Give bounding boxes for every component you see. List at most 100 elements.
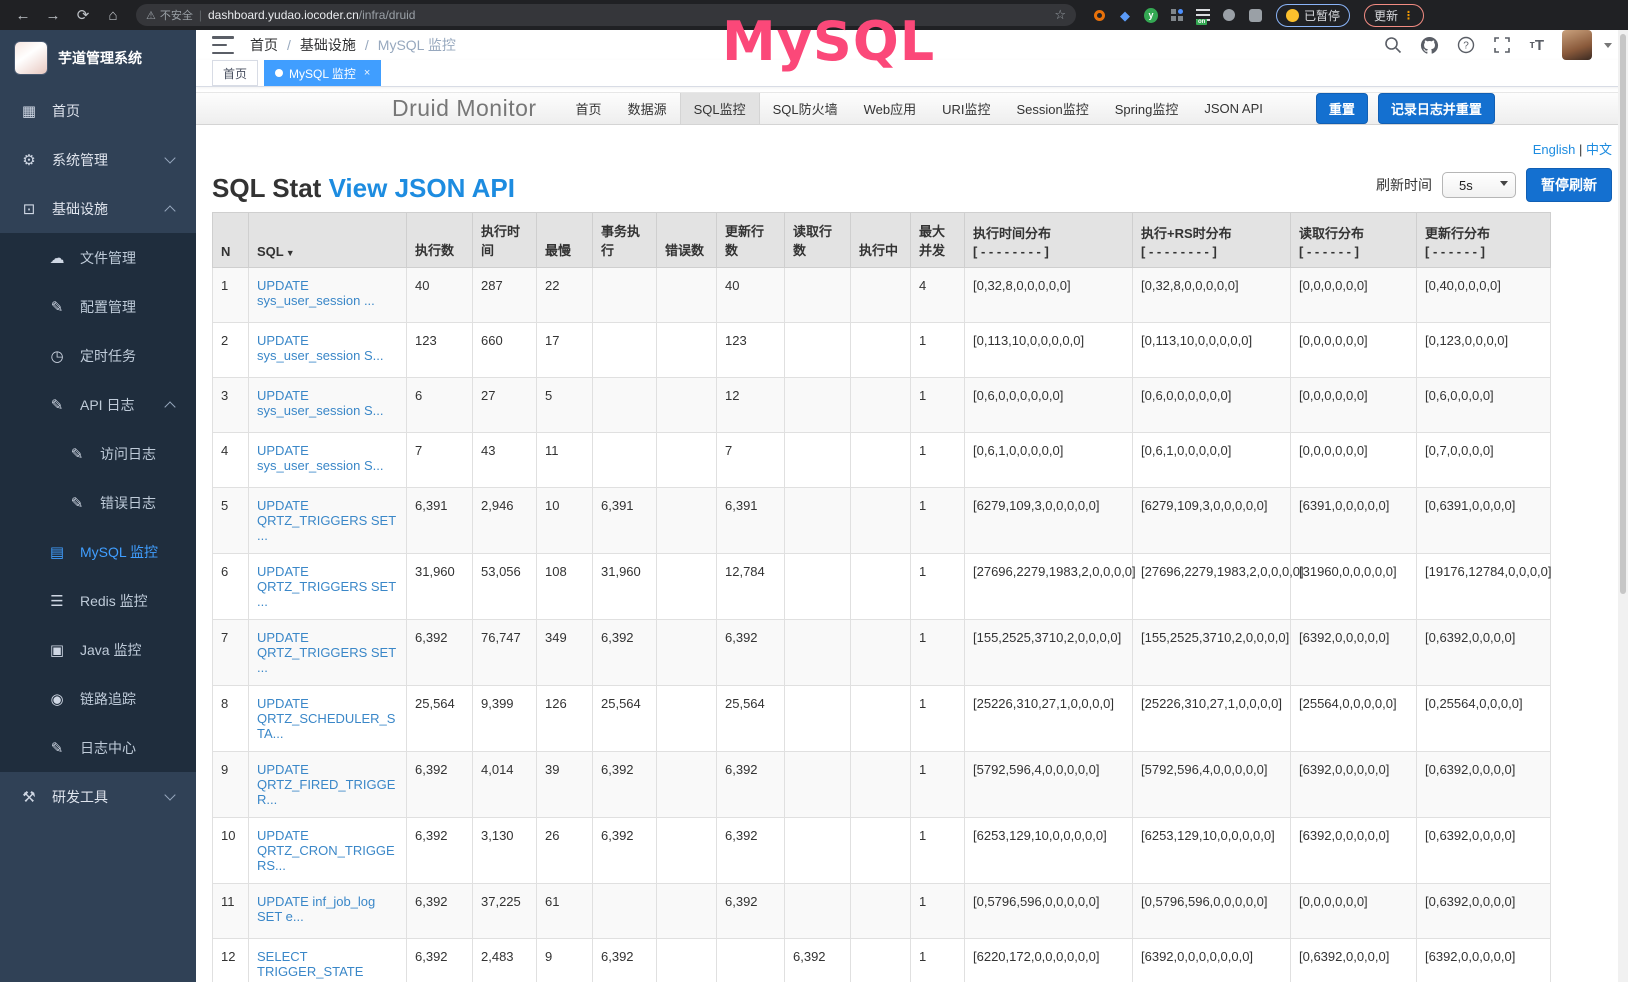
- column-header[interactable]: 错误数: [657, 213, 717, 268]
- puzzle-extension-icon[interactable]: [1248, 8, 1262, 22]
- page-scrollbar[interactable]: [1618, 30, 1628, 982]
- security-label: 不安全: [160, 7, 193, 23]
- view-json-api-link[interactable]: View JSON API: [329, 173, 515, 203]
- column-header[interactable]: SQL▼: [249, 213, 407, 268]
- table-row: 2UPDATE sys_user_session S...12366017123…: [213, 323, 1551, 378]
- table-cell: 6,392: [593, 620, 657, 686]
- sidebar-item-dev-tools[interactable]: ⚒研发工具: [0, 772, 196, 821]
- lang-link-english[interactable]: English: [1533, 142, 1576, 157]
- sql-link[interactable]: UPDATE QRTZ_TRIGGERS SET ...: [257, 564, 396, 609]
- sidebar-item-log-center[interactable]: ✎日志中心: [0, 723, 196, 772]
- sidebar-item-scheduled-tasks[interactable]: ◷定时任务: [0, 331, 196, 380]
- column-header[interactable]: 最大并发: [911, 213, 965, 268]
- avatar-caret-icon[interactable]: [1604, 43, 1612, 48]
- sql-link[interactable]: UPDATE QRTZ_TRIGGERS SET ...: [257, 498, 396, 543]
- pause-refresh-button[interactable]: 暂停刷新: [1526, 168, 1612, 202]
- not-secure-warning-icon[interactable]: ⚠ 不安全: [146, 7, 193, 23]
- column-header[interactable]: 最慢: [537, 213, 593, 268]
- sidebar-item-access-logs[interactable]: ✎访问日志: [0, 429, 196, 478]
- column-header[interactable]: 执行中: [851, 213, 911, 268]
- browser-forward-icon[interactable]: →: [40, 3, 66, 27]
- browser-update-button[interactable]: 更新 ⋮: [1364, 4, 1424, 27]
- druid-tab[interactable]: JSON API: [1191, 93, 1276, 124]
- browser-home-icon[interactable]: ⌂: [100, 3, 126, 27]
- druid-tab[interactable]: SQL监控: [680, 93, 760, 124]
- table-cell: [0,6392,0,0,0,0]: [1417, 884, 1551, 939]
- sql-cell: UPDATE sys_user_session S...: [249, 378, 407, 433]
- sql-link[interactable]: UPDATE sys_user_session S...: [257, 388, 383, 418]
- browser-back-icon[interactable]: ←: [10, 3, 36, 27]
- camera-extension-icon[interactable]: [1222, 8, 1236, 22]
- fullscreen-icon[interactable]: [1493, 36, 1511, 54]
- paused-badge[interactable]: 已暂停: [1276, 4, 1350, 27]
- sidebar-item-home[interactable]: ▦首页: [0, 86, 196, 135]
- blue-gem-extension-icon[interactable]: ◆: [1118, 8, 1132, 22]
- druid-tab[interactable]: URI监控: [929, 93, 1003, 124]
- log-and-reset-button[interactable]: 记录日志并重置: [1378, 93, 1495, 124]
- druid-tab[interactable]: Web应用: [851, 93, 930, 124]
- scrollbar-thumb[interactable]: [1620, 34, 1626, 594]
- orange-ring-extension-icon[interactable]: [1092, 8, 1106, 22]
- list-on-extension-icon[interactable]: on: [1196, 8, 1210, 22]
- column-header[interactable]: N: [213, 213, 249, 268]
- table-cell: [0,6392,0,0,0,0]: [1417, 620, 1551, 686]
- app-logo-row[interactable]: 芋道管理系统: [0, 30, 196, 86]
- sql-link[interactable]: UPDATE sys_user_session ...: [257, 278, 375, 308]
- tag-item[interactable]: 首页: [212, 60, 258, 86]
- sidebar-item-redis-monitor[interactable]: ☰Redis 监控: [0, 576, 196, 625]
- reset-button[interactable]: 重置: [1316, 93, 1368, 124]
- font-size-icon[interactable]: тT: [1529, 37, 1544, 54]
- user-avatar[interactable]: [1562, 30, 1592, 60]
- sidebar-item-trace[interactable]: ◉链路追踪: [0, 674, 196, 723]
- sql-link[interactable]: UPDATE sys_user_session S...: [257, 443, 383, 473]
- breadcrumb-item[interactable]: 基础设施: [300, 35, 356, 55]
- druid-tab[interactable]: 首页: [563, 93, 615, 124]
- column-header[interactable]: 执行+RS时分布[ - - - - - - - - ]: [1133, 213, 1291, 268]
- search-icon[interactable]: [1384, 36, 1402, 54]
- column-header[interactable]: 事务执行: [593, 213, 657, 268]
- sql-link[interactable]: UPDATE QRTZ_CRON_TRIGGERS...: [257, 828, 395, 873]
- sidebar-item-infrastructure[interactable]: ⊡基础设施: [0, 184, 196, 233]
- druid-tab[interactable]: SQL防火墙: [760, 93, 851, 124]
- hamburger-icon[interactable]: [212, 36, 234, 54]
- sidebar-item-error-logs[interactable]: ✎错误日志: [0, 478, 196, 527]
- column-header[interactable]: 执行数: [407, 213, 473, 268]
- green-y-extension-icon[interactable]: y: [1144, 8, 1158, 22]
- sidebar-item-api-logs[interactable]: ✎API 日志: [0, 380, 196, 429]
- tag-close-icon[interactable]: ×: [364, 67, 370, 79]
- sql-link[interactable]: UPDATE inf_job_log SET e...: [257, 894, 375, 924]
- druid-tab[interactable]: Spring监控: [1102, 93, 1192, 124]
- kebab-menu-icon[interactable]: ⋮: [1403, 9, 1414, 22]
- column-header[interactable]: 执行时间分布[ - - - - - - - - ]: [965, 213, 1133, 268]
- browser-reload-icon[interactable]: ⟳: [70, 3, 96, 27]
- tag-active[interactable]: MySQL 监控×: [264, 60, 381, 86]
- bookmark-star-icon[interactable]: ☆: [1054, 7, 1066, 23]
- column-header[interactable]: 更新行数: [717, 213, 785, 268]
- sidebar-item-config-management[interactable]: ✎配置管理: [0, 282, 196, 331]
- table-cell: 43: [473, 433, 537, 488]
- sidebar-item-java-monitor[interactable]: ▣Java 监控: [0, 625, 196, 674]
- tiles-extension-icon[interactable]: [1170, 8, 1184, 22]
- druid-tab[interactable]: Session监控: [1004, 93, 1102, 124]
- sidebar-item-mysql-monitor[interactable]: ▤MySQL 监控: [0, 527, 196, 576]
- column-header[interactable]: 读取行数: [785, 213, 851, 268]
- sql-cell: UPDATE QRTZ_SCHEDULER_STA...: [249, 686, 407, 752]
- sql-link[interactable]: SELECT TRIGGER_STATE: [257, 949, 363, 979]
- sidebar-item-system-management[interactable]: ⚙系统管理: [0, 135, 196, 184]
- column-header[interactable]: 读取行分布[ - - - - - - ]: [1291, 213, 1417, 268]
- druid-tab[interactable]: 数据源: [615, 93, 680, 124]
- refresh-interval-select[interactable]: 5s: [1442, 172, 1516, 198]
- help-icon[interactable]: ?: [1457, 36, 1475, 54]
- sql-link[interactable]: UPDATE QRTZ_SCHEDULER_STA...: [257, 696, 395, 741]
- sql-link[interactable]: UPDATE sys_user_session S...: [257, 333, 383, 363]
- column-header[interactable]: 更新行分布[ - - - - - - ]: [1417, 213, 1551, 268]
- lang-link-中文[interactable]: 中文: [1586, 142, 1612, 157]
- sql-link[interactable]: UPDATE QRTZ_TRIGGERS SET ...: [257, 630, 396, 675]
- github-icon[interactable]: [1420, 36, 1439, 55]
- breadcrumb-item[interactable]: 首页: [250, 35, 278, 55]
- sidebar-menu: ▦首页⚙系统管理⊡基础设施☁文件管理✎配置管理◷定时任务✎API 日志✎访问日志…: [0, 86, 196, 821]
- sql-link[interactable]: UPDATE QRTZ_FIRED_TRIGGER...: [257, 762, 395, 807]
- sidebar-item-file-management[interactable]: ☁文件管理: [0, 233, 196, 282]
- column-header[interactable]: 执行时间: [473, 213, 537, 268]
- table-cell: 6,391: [407, 488, 473, 554]
